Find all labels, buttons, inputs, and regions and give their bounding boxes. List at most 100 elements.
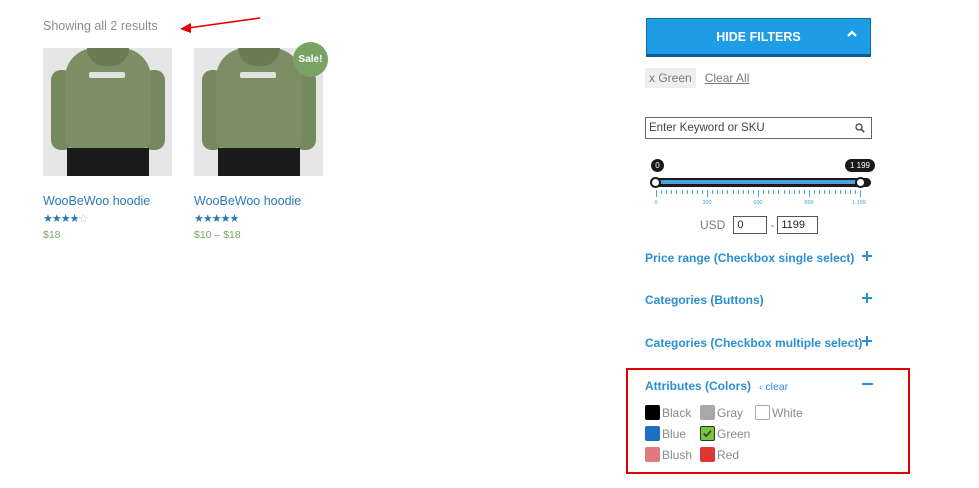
plus-icon[interactable] (862, 336, 872, 346)
clear-all-link[interactable]: Clear All (705, 71, 750, 85)
filter-section-price-range[interactable]: Price range (Checkbox single select) (645, 251, 873, 265)
price-slider[interactable]: 0 1 199 0 300 600 899 1 199 (645, 157, 875, 213)
slider-tick-label: 0 (654, 200, 658, 206)
color-option-white[interactable]: White (755, 405, 810, 420)
filter-section-categories-buttons[interactable]: Categories (Buttons) (645, 293, 873, 307)
slider-tick (712, 190, 714, 194)
slider-min-handle[interactable] (650, 177, 661, 188)
color-swatch[interactable] (645, 405, 660, 420)
slider-tick (803, 190, 805, 194)
slider-tick (666, 190, 668, 194)
color-option-blue[interactable]: Blue (645, 426, 700, 441)
slider-tick (661, 190, 663, 194)
slider-tick (829, 190, 831, 194)
slider-tick (727, 190, 729, 194)
active-filters: x Green Clear All (645, 68, 749, 88)
slider-tick (773, 190, 775, 194)
slider-max-handle[interactable] (855, 177, 866, 188)
slider-ticks (656, 190, 861, 198)
color-option-green[interactable]: Green (700, 426, 755, 441)
slider-tick-label: 300 (702, 200, 712, 206)
slider-tick (844, 190, 846, 194)
color-swatch[interactable] (645, 447, 660, 462)
color-swatch[interactable] (755, 405, 770, 420)
product-price: $10 – $18 (194, 229, 241, 241)
price-from-input[interactable]: 0 (733, 216, 768, 234)
filter-section-title: Price range (Checkbox single select) (645, 251, 855, 265)
product-name[interactable]: WooBeWoo hoodie (194, 194, 324, 208)
slider-tick (824, 190, 826, 194)
chevron-up-icon (847, 30, 857, 37)
active-filter-chip[interactable]: x Green (645, 68, 696, 88)
color-option-gray[interactable]: Gray (700, 405, 755, 420)
star-icon: ★ (220, 213, 231, 225)
slider-tick (788, 190, 790, 194)
slider-tick-label: 600 (753, 200, 763, 206)
slider-tick (814, 190, 816, 194)
filter-section-title: Categories (Buttons) (645, 293, 764, 307)
slider-tick (752, 190, 754, 194)
slider-tick-label: 1 199 (852, 200, 866, 206)
color-option-blush[interactable]: Blush (645, 447, 700, 462)
attributes-clear-link[interactable]: ‹ clear (759, 381, 788, 393)
star-rating: ★★★★★ (194, 213, 324, 225)
color-swatch[interactable] (700, 447, 715, 462)
results-count: Showing all 2 results (43, 19, 158, 33)
slider-tick (707, 190, 708, 197)
search-icon[interactable] (855, 123, 865, 133)
slider-tick (854, 190, 856, 194)
slider-min-tooltip: 0 (651, 159, 664, 172)
plus-icon[interactable] (862, 251, 872, 261)
color-swatch[interactable] (700, 405, 715, 420)
color-swatch-row: Blush Red (645, 447, 755, 462)
filter-section-title: Categories (Checkbox multiple select) (645, 336, 863, 350)
product-price: $18 (43, 229, 61, 241)
slider-tick (758, 190, 759, 197)
price-to-input[interactable]: 1199 (777, 216, 819, 234)
slider-tick (722, 190, 724, 194)
slider-tick (839, 190, 841, 194)
slider-tick (681, 190, 683, 194)
color-option-red[interactable]: Red (700, 447, 755, 462)
filter-section-categories-checkbox[interactable]: Categories (Checkbox multiple select) (645, 336, 873, 350)
color-option-black[interactable]: Black (645, 405, 700, 420)
product-card[interactable]: WooBeWoo hoodie ★★★★☆ $18 (43, 48, 173, 241)
color-label: Blue (662, 426, 687, 441)
slider-tick (737, 190, 739, 194)
hide-filters-button[interactable]: HIDE FILTERS (646, 18, 871, 57)
minus-icon[interactable] (862, 383, 873, 385)
slider-tick (798, 190, 800, 194)
slider-tick (778, 190, 780, 194)
product-image[interactable] (43, 48, 172, 176)
hide-filters-label: HIDE FILTERS (716, 29, 801, 44)
slider-tick (768, 190, 770, 194)
color-swatch[interactable] (645, 426, 660, 441)
product-name[interactable]: WooBeWoo hoodie (43, 194, 173, 208)
slider-tick (860, 190, 861, 197)
slider-tick (783, 190, 785, 194)
star-icon: ★ (202, 213, 213, 225)
slider-tick (701, 190, 703, 194)
filter-section-attributes-colors[interactable]: Attributes (Colors) ‹ clear (645, 379, 788, 393)
star-rating: ★★★★☆ (43, 213, 173, 225)
plus-icon[interactable] (862, 293, 872, 303)
currency-label: USD (700, 218, 726, 232)
slider-tick (834, 190, 836, 194)
star-icon: ★ (43, 213, 53, 225)
slider-tick (691, 190, 693, 194)
star-icon: ★ (194, 213, 204, 225)
slider-tick (747, 190, 749, 194)
keyword-placeholder: Enter Keyword or SKU (649, 122, 765, 134)
slider-tick (763, 190, 765, 194)
keyword-search-input[interactable]: Enter Keyword or SKU (645, 117, 872, 139)
star-icon: ★ (69, 213, 80, 225)
slider-max-tooltip: 1 199 (845, 159, 875, 172)
price-inputs: USD 0 - 1199 (700, 216, 819, 234)
color-swatch[interactable] (700, 426, 715, 441)
product-card[interactable]: WooBeWoo hoodie ★★★★★ $10 – $18 (194, 48, 324, 241)
star-icon: ★ (229, 213, 240, 225)
sale-badge: Sale! (293, 42, 328, 77)
color-label: Red (717, 447, 740, 462)
star-icon: ★ (51, 213, 62, 225)
color-swatch-row: Black Gray White (645, 405, 810, 420)
